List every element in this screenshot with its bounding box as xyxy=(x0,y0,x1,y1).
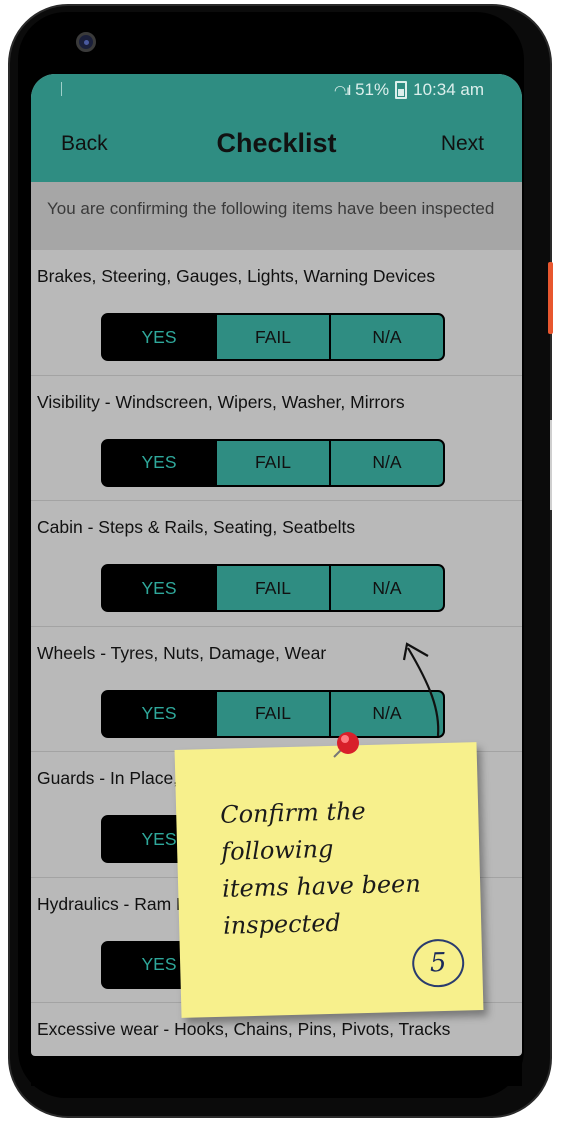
app-header: ◠.ıl 51% 10:34 am Back Checklist Next xyxy=(31,74,522,182)
fail-option[interactable]: FAIL xyxy=(215,440,329,485)
na-option[interactable]: N/A xyxy=(329,566,443,610)
yes-option[interactable]: YES xyxy=(103,315,215,359)
status-bar: ◠.ıl 51% 10:34 am xyxy=(334,80,484,100)
checklist-item-label: Excessive wear - Hooks, Chains, Pins, Pi… xyxy=(37,1019,451,1039)
yes-option[interactable]: YES xyxy=(103,691,215,736)
clock: 10:34 am xyxy=(413,80,484,99)
battery-icon xyxy=(395,81,408,99)
battery-percent: 51% xyxy=(355,80,390,99)
yes-fail-na-toggle: YESFAILN/A xyxy=(101,564,445,612)
step-badge: 5 xyxy=(411,938,465,988)
checklist-item: Brakes, Steering, Gauges, Lights, Warnin… xyxy=(31,250,522,376)
info-text: You are confirming the following items h… xyxy=(47,199,495,218)
yes-option[interactable]: YES xyxy=(103,440,215,485)
fail-option[interactable]: FAIL xyxy=(215,566,329,610)
annotation-arrow-icon xyxy=(402,642,440,737)
next-button[interactable]: Next xyxy=(441,132,484,156)
checklist-item-label: Wheels - Tyres, Nuts, Damage, Wear xyxy=(37,642,327,663)
na-option[interactable]: N/A xyxy=(329,315,443,359)
info-banner: You are confirming the following items h… xyxy=(31,182,522,250)
power-button xyxy=(548,262,553,334)
na-option[interactable]: N/A xyxy=(329,440,443,485)
sticky-note: Confirm the following items have been in… xyxy=(174,742,484,1018)
yes-option[interactable]: YES xyxy=(103,566,215,610)
push-pin-icon xyxy=(333,732,359,758)
yes-fail-na-toggle: YESFAILN/A xyxy=(101,438,445,487)
front-camera xyxy=(76,32,96,52)
checklist-item-label: Visibility - Windscreen, Wipers, Washer,… xyxy=(37,391,405,412)
checklist-item-label: Brakes, Steering, Gauges, Lights, Warnin… xyxy=(37,266,436,286)
note-text: Confirm the following items have been in… xyxy=(219,797,422,940)
checklist-item: Visibility - Windscreen, Wipers, Washer,… xyxy=(31,376,522,501)
volume-button xyxy=(550,420,552,510)
yes-fail-na-toggle: YESFAILN/A xyxy=(101,313,445,361)
wifi-signal-icon: ◠.ıl xyxy=(333,81,351,98)
status-separator xyxy=(61,82,62,96)
checklist-item: Cabin - Steps & Rails, Seating, Seatbelt… xyxy=(31,501,522,627)
bottom-bezel xyxy=(31,1056,522,1086)
fail-option[interactable]: FAIL xyxy=(215,315,329,359)
fail-option[interactable]: FAIL xyxy=(215,691,329,736)
checklist-item-label: Cabin - Steps & Rails, Seating, Seatbelt… xyxy=(37,517,356,537)
